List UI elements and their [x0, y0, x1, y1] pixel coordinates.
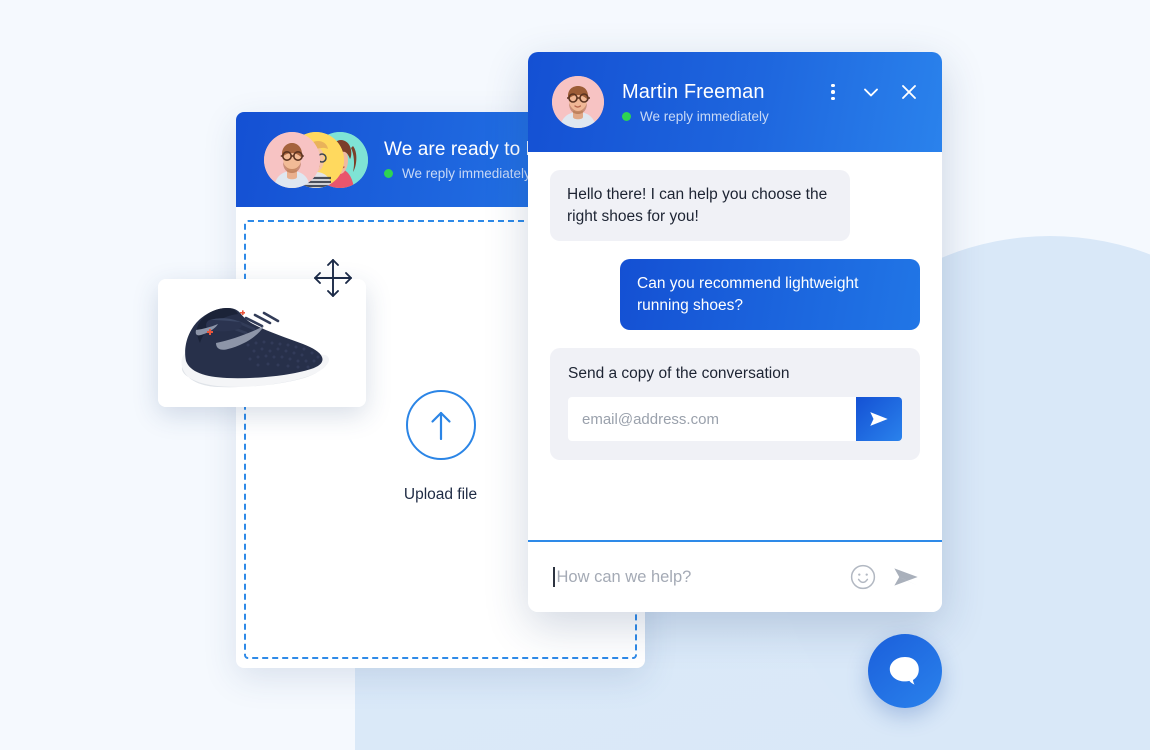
email-input-row — [568, 397, 902, 442]
chat-message-user: Can you recommend lightweight running sh… — [620, 259, 920, 331]
minimize-button[interactable] — [860, 81, 882, 103]
emoji-button[interactable] — [850, 564, 876, 590]
upload-button[interactable] — [405, 390, 476, 460]
speech-bubble-icon — [889, 657, 919, 685]
move-cursor — [311, 256, 355, 300]
send-icon — [894, 568, 918, 586]
chat-message-list: Hello there! I can help you choose the r… — [528, 152, 942, 592]
uploader-status-text: We reply immediately — [402, 165, 531, 181]
online-dot — [384, 168, 393, 178]
send-message-button[interactable] — [892, 563, 920, 591]
more-options-icon — [831, 83, 835, 88]
agent-name: Martin Freeman — [622, 80, 765, 103]
page-root: We are ready to help We reply immediatel… — [0, 0, 1150, 750]
chat-widget: Martin Freeman We reply immediately Hell… — [528, 52, 942, 612]
more-options-icon — [831, 96, 835, 101]
online-dot — [622, 111, 631, 121]
arrow-up-icon — [430, 411, 451, 440]
agent-status-row: We reply immediately — [622, 109, 822, 124]
more-options-button[interactable] — [822, 81, 844, 103]
chat-composer — [528, 540, 942, 612]
agent-status-text: We reply immediately — [640, 108, 769, 124]
email-send-button[interactable] — [856, 397, 902, 442]
smiley-icon — [850, 564, 876, 590]
chat-header-actions — [822, 81, 920, 103]
chat-message-bot: Hello there! I can help you choose the r… — [550, 170, 850, 242]
team-avatar-1 — [264, 131, 320, 188]
chat-message-input[interactable] — [556, 567, 850, 587]
close-button[interactable] — [898, 81, 920, 103]
email-input[interactable] — [568, 397, 856, 442]
close-icon — [902, 85, 916, 99]
more-options-icon — [831, 90, 835, 94]
team-avatar-group — [264, 131, 368, 188]
agent-meta: Martin Freeman We reply immediately — [622, 81, 822, 124]
chat-launcher-button[interactable] — [868, 634, 942, 708]
send-icon — [870, 412, 888, 426]
chat-header: Martin Freeman We reply immediately — [528, 52, 942, 152]
agent-avatar — [552, 76, 604, 128]
email-transcript-card: Send a copy of the conversation — [550, 348, 920, 461]
chevron-down-icon — [864, 88, 878, 97]
email-card-title: Send a copy of the conversation — [568, 365, 790, 383]
text-caret — [553, 567, 555, 587]
